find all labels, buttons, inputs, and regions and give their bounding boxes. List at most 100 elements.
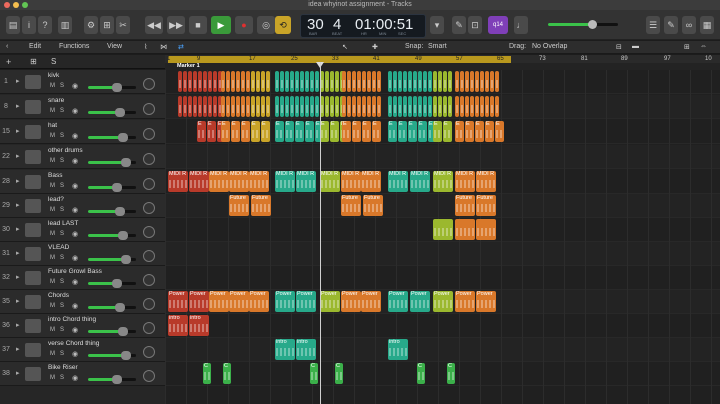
region[interactable] <box>310 71 314 92</box>
volume-fader[interactable] <box>88 303 136 312</box>
region[interactable]: Power <box>433 291 453 312</box>
volume-knob[interactable] <box>121 255 131 264</box>
mute-button[interactable]: M <box>50 83 55 89</box>
waveform-zoom-icon[interactable]: ⊟ <box>616 43 622 51</box>
region[interactable]: MIDI R <box>168 171 188 192</box>
region[interactable] <box>330 71 334 92</box>
region[interactable] <box>495 71 499 92</box>
region[interactable] <box>335 96 339 117</box>
region[interactable]: E <box>207 121 216 142</box>
region[interactable]: MIDI R <box>433 171 453 192</box>
region[interactable] <box>475 71 479 92</box>
region[interactable] <box>393 71 397 92</box>
volume-fader[interactable] <box>88 279 136 288</box>
region[interactable] <box>476 219 496 240</box>
region[interactable] <box>208 96 212 117</box>
region[interactable] <box>226 71 230 92</box>
pan-knob[interactable] <box>143 298 155 310</box>
record-button[interactable]: ● <box>235 16 253 34</box>
track-name[interactable]: Chords <box>48 292 69 299</box>
region[interactable]: intro <box>388 339 408 360</box>
region[interactable] <box>362 71 366 92</box>
input-monitor-icon[interactable]: ◉ <box>72 230 78 238</box>
volume-fader[interactable] <box>88 375 136 384</box>
region[interactable] <box>490 96 494 117</box>
note-pads-icon[interactable]: ⊡ <box>468 16 482 34</box>
track-name[interactable]: lead LAST <box>48 220 78 227</box>
pan-knob[interactable] <box>143 226 155 238</box>
region[interactable]: Power <box>410 291 430 312</box>
region[interactable] <box>280 71 284 92</box>
input-monitor-icon[interactable]: ◉ <box>72 82 78 90</box>
input-monitor-icon[interactable]: ◉ <box>72 157 78 165</box>
volume-fader[interactable] <box>88 207 136 216</box>
region[interactable]: MIDI R <box>320 171 340 192</box>
track-header[interactable]: 37 ▸ verse Chord thing M S ◉ <box>0 338 165 362</box>
volume-knob[interactable] <box>115 108 125 117</box>
region[interactable] <box>231 71 235 92</box>
region[interactable] <box>305 96 309 117</box>
region[interactable] <box>448 71 452 92</box>
volume-fader[interactable] <box>88 108 136 117</box>
region[interactable] <box>408 71 412 92</box>
list-editors-icon[interactable]: ✎ <box>452 16 466 34</box>
volume-fader[interactable] <box>88 255 136 264</box>
region[interactable]: Future <box>251 195 271 216</box>
snap-select[interactable]: Smart <box>428 43 447 50</box>
disclosure-icon[interactable]: ▸ <box>16 152 20 160</box>
mute-button[interactable]: M <box>50 375 55 381</box>
region[interactable]: MIDI R <box>341 171 361 192</box>
region[interactable] <box>460 96 464 117</box>
region[interactable] <box>221 96 225 117</box>
region[interactable] <box>241 96 245 117</box>
track-header[interactable]: 35 ▸ Chords M S ◉ <box>0 290 165 314</box>
region[interactable] <box>438 96 442 117</box>
track-header[interactable]: 31 ▸ VLEAD M S ◉ <box>0 242 165 266</box>
arrange-area[interactable]: EEEEEEEEEEEEEEEEEEEEEEEEEEEEEEEEMIDI RMI… <box>165 70 720 404</box>
region[interactable]: E <box>455 121 464 142</box>
region[interactable] <box>213 96 217 117</box>
disclosure-icon[interactable]: ▸ <box>16 102 20 110</box>
region[interactable] <box>418 71 422 92</box>
drum-machine-icon[interactable] <box>25 75 41 89</box>
disclosure-icon[interactable]: ▸ <box>16 225 20 233</box>
track-name[interactable]: Bass <box>48 172 62 179</box>
region[interactable] <box>403 71 407 92</box>
track-name[interactable]: lead? <box>48 196 64 203</box>
disclosure-icon[interactable]: ▸ <box>16 201 20 209</box>
region[interactable]: MIDI R <box>296 171 316 192</box>
zoom-horizontal-icon[interactable]: ⇔ <box>700 43 707 50</box>
region[interactable]: E <box>495 121 504 142</box>
region[interactable]: Future <box>341 195 361 216</box>
region[interactable]: E <box>251 121 260 142</box>
region[interactable]: Future <box>476 195 496 216</box>
region[interactable]: Future <box>363 195 383 216</box>
solo-button[interactable]: S <box>60 207 64 213</box>
synth-icon[interactable] <box>25 223 41 237</box>
pan-knob[interactable] <box>143 128 155 140</box>
region[interactable] <box>428 96 432 117</box>
synth-icon[interactable] <box>25 271 41 285</box>
region[interactable] <box>256 96 260 117</box>
automation-icon[interactable]: ⌇ <box>144 43 147 51</box>
input-monitor-icon[interactable]: ◉ <box>72 326 78 334</box>
region[interactable]: Future <box>455 195 475 216</box>
region[interactable] <box>398 96 402 117</box>
region[interactable] <box>465 96 469 117</box>
volume-fader[interactable] <box>88 133 136 142</box>
region[interactable]: Power <box>168 291 188 312</box>
volume-knob[interactable] <box>115 303 125 312</box>
list-icon[interactable]: ☰ <box>646 16 660 34</box>
region[interactable]: E <box>261 121 270 142</box>
region[interactable]: intro <box>189 315 209 336</box>
region[interactable]: E <box>433 121 442 142</box>
region[interactable] <box>475 96 479 117</box>
track-header[interactable]: 8 ▸ snare M S ◉ <box>0 95 165 119</box>
notes-icon[interactable]: ✎ <box>664 16 678 34</box>
region[interactable] <box>433 219 453 240</box>
drum-machine-icon[interactable] <box>25 150 41 164</box>
track-header[interactable]: 38 ▸ Bike Riser M S ◉ <box>0 362 165 386</box>
region[interactable] <box>413 71 417 92</box>
pan-knob[interactable] <box>143 78 155 90</box>
solo-button[interactable]: S <box>60 327 64 333</box>
